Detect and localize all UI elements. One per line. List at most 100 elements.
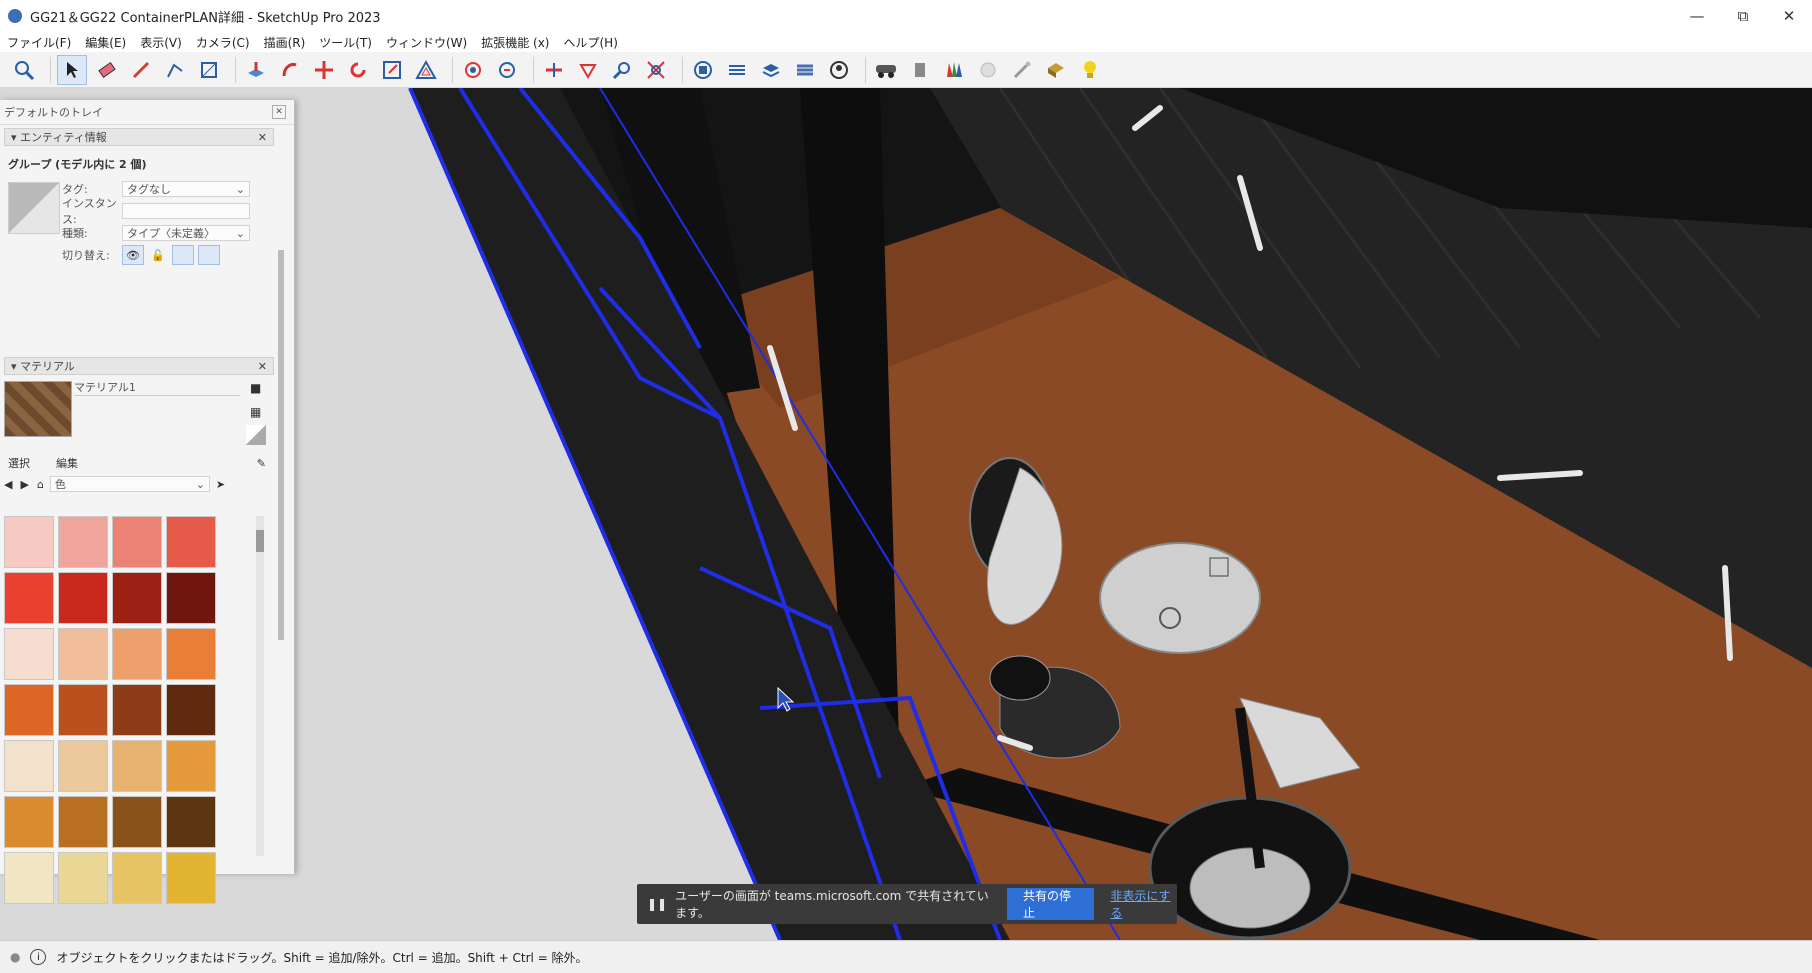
close-button[interactable]: ✕: [1766, 0, 1812, 32]
entity-info-header[interactable]: ▾ エンティティ情報 ✕: [4, 128, 274, 146]
pushpull-icon[interactable]: [242, 56, 270, 84]
library-select[interactable]: 色 ⌄: [49, 476, 210, 492]
color-swatch[interactable]: [166, 684, 216, 736]
color-swatch[interactable]: [166, 628, 216, 680]
color-swatch[interactable]: [112, 516, 162, 568]
color-swatch[interactable]: [112, 572, 162, 624]
followme-icon[interactable]: [276, 56, 304, 84]
zoom-extents-icon[interactable]: [642, 56, 670, 84]
light-icon[interactable]: [1076, 56, 1104, 84]
menu-view[interactable]: 表示(V): [133, 34, 189, 51]
tray-scrollbar[interactable]: [278, 250, 284, 640]
color-swatch[interactable]: [4, 796, 54, 848]
menu-draw[interactable]: 描画(R): [257, 34, 313, 51]
color-swatch[interactable]: [112, 740, 162, 792]
color-swatch[interactable]: [4, 572, 54, 624]
user-icon[interactable]: [825, 56, 853, 84]
tab-edit[interactable]: 編集: [56, 455, 78, 471]
color-swatch[interactable]: [166, 852, 216, 904]
outliner-icon[interactable]: [906, 56, 934, 84]
layers-icon[interactable]: [757, 56, 785, 84]
materials-icon[interactable]: [940, 56, 968, 84]
scale-icon[interactable]: [378, 56, 406, 84]
color-swatch[interactable]: [4, 628, 54, 680]
default-material-icon[interactable]: [246, 425, 266, 445]
move-icon[interactable]: [310, 56, 338, 84]
visibility-icon[interactable]: 👁: [122, 245, 144, 265]
orbit-icon[interactable]: [459, 56, 487, 84]
color-swatch[interactable]: [166, 796, 216, 848]
color-swatch[interactable]: [112, 628, 162, 680]
color-swatch[interactable]: [112, 684, 162, 736]
menu-file[interactable]: ファイル(F): [0, 34, 78, 51]
vehicle-icon[interactable]: [872, 56, 900, 84]
select-icon[interactable]: [57, 54, 87, 85]
home-icon[interactable]: ⌂: [37, 478, 44, 491]
tag-select[interactable]: タグなし ⌄: [122, 181, 250, 197]
tab-select[interactable]: 選択: [8, 455, 30, 471]
color-swatch[interactable]: [58, 852, 108, 904]
receive-shadows-icon[interactable]: [172, 245, 194, 265]
extension-icon[interactable]: [723, 56, 751, 84]
stop-sharing-button[interactable]: 共有の停止: [1006, 888, 1095, 920]
hide-link[interactable]: 非表示にする: [1110, 887, 1177, 921]
details-arrow-icon[interactable]: ➤: [216, 478, 225, 491]
type-select[interactable]: タイプ〈未定義〉 ⌄: [122, 225, 250, 241]
color-swatch[interactable]: [58, 796, 108, 848]
info-icon[interactable]: i: [30, 949, 47, 965]
tape-icon[interactable]: [574, 56, 602, 84]
zoom-icon[interactable]: [10, 56, 38, 84]
sample-paint-icon[interactable]: ▦: [250, 405, 261, 419]
color-swatch[interactable]: [58, 628, 108, 680]
material-name-field[interactable]: マテリアル1: [74, 379, 240, 396]
zoom-tool-icon[interactable]: [608, 56, 636, 84]
tray-close-icon[interactable]: ✕: [272, 105, 286, 119]
swatch-scrollbar[interactable]: [256, 516, 264, 856]
color-swatch[interactable]: [4, 516, 54, 568]
shape-icon[interactable]: [195, 56, 223, 84]
instance-field[interactable]: [122, 203, 250, 219]
section-icon[interactable]: [540, 56, 568, 84]
menu-camera[interactable]: カメラ(C): [189, 34, 257, 51]
color-swatch[interactable]: [4, 852, 54, 904]
lock-icon[interactable]: 🔓: [148, 246, 168, 264]
menu-edit[interactable]: 編集(E): [78, 34, 133, 51]
fog-icon[interactable]: [974, 56, 1002, 84]
warehouse-icon[interactable]: [689, 56, 717, 84]
color-swatch[interactable]: [112, 796, 162, 848]
color-swatch[interactable]: [4, 684, 54, 736]
tools-icon[interactable]: [1008, 56, 1036, 84]
color-swatch[interactable]: [112, 852, 162, 904]
materials-header[interactable]: ▾ マテリアル ✕: [4, 357, 274, 375]
rotate-icon[interactable]: [344, 56, 372, 84]
styles-icon[interactable]: [791, 56, 819, 84]
pencil-icon[interactable]: [127, 56, 155, 84]
color-swatch[interactable]: [58, 516, 108, 568]
restore-button[interactable]: ⧉: [1720, 0, 1766, 32]
menu-help[interactable]: ヘルプ(H): [556, 34, 624, 51]
color-swatch[interactable]: [58, 572, 108, 624]
color-swatch[interactable]: [166, 740, 216, 792]
eraser-icon[interactable]: [93, 56, 121, 84]
panel-close-icon[interactable]: ✕: [258, 131, 267, 144]
component-icon[interactable]: [1042, 56, 1070, 84]
line-icon[interactable]: [161, 56, 189, 84]
color-swatch[interactable]: [4, 740, 54, 792]
geo-location-icon[interactable]: ●: [10, 950, 20, 964]
back-icon[interactable]: ◀: [4, 478, 12, 491]
color-swatch[interactable]: [166, 516, 216, 568]
menu-window[interactable]: ウィンドウ(W): [379, 34, 474, 51]
offset-icon[interactable]: [412, 56, 440, 84]
color-swatch[interactable]: [166, 572, 216, 624]
menu-tools[interactable]: ツール(T): [312, 34, 379, 51]
panel-close-icon[interactable]: ✕: [258, 360, 267, 373]
color-swatch[interactable]: [58, 740, 108, 792]
create-material-icon[interactable]: ■: [250, 381, 261, 395]
forward-icon[interactable]: ▶: [20, 478, 28, 491]
menu-extensions[interactable]: 拡張機能 (x): [474, 34, 556, 51]
eyedropper-icon[interactable]: ✎: [257, 457, 266, 470]
minimize-button[interactable]: —: [1674, 0, 1720, 32]
color-swatch[interactable]: [58, 684, 108, 736]
cast-shadows-icon[interactable]: [198, 245, 220, 265]
pan-icon[interactable]: [493, 56, 521, 84]
